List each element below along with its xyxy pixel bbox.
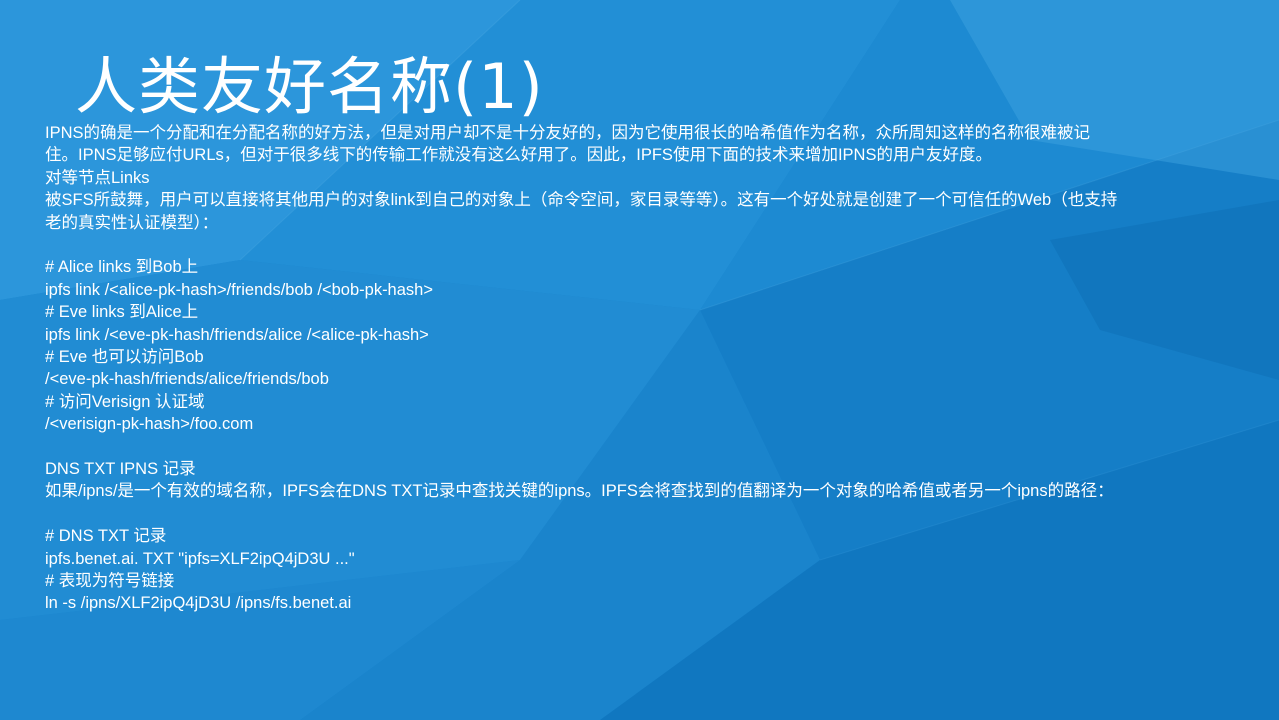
code-comment: # Eve 也可以访问Bob xyxy=(45,348,204,367)
body-paragraph: 被SFS所鼓舞，用户可以直接将其他用户的对象link到自己的对象上（命令空间，家… xyxy=(45,191,1118,232)
code-line: ipfs link /<alice-pk-hash>/friends/bob /… xyxy=(45,280,433,299)
code-comment: # DNS TXT 记录 xyxy=(45,527,167,546)
code-line: ln -s /ipns/XLF2ipQ4jD3U /ipns/fs.benet.… xyxy=(45,594,352,613)
code-comment: # 表现为符号链接 xyxy=(45,572,175,591)
code-line: ipfs.benet.ai. TXT "ipfs=XLF2ipQ4jD3U ..… xyxy=(45,549,355,568)
code-line: /<eve-pk-hash/friends/alice/friends/bob xyxy=(45,370,329,389)
body-paragraph: IPNS的确是一个分配和在分配名称的好方法，但是对用户却不是十分友好的，因为它使… xyxy=(45,124,1091,165)
slide-title: 人类友好名称(1) xyxy=(75,50,544,123)
body-paragraph: 如果/ipns/是一个有效的域名称，IPFS会在DNS TXT记录中查找关键的i… xyxy=(45,482,1114,501)
code-line: ipfs link /<eve-pk-hash/friends/alice /<… xyxy=(45,325,429,344)
code-comment: # Alice links 到Bob上 xyxy=(45,258,199,277)
section-heading: DNS TXT IPNS 记录 xyxy=(45,460,196,479)
code-line: /<verisign-pk-hash>/foo.com xyxy=(45,415,254,434)
code-comment: # Eve links 到Alice上 xyxy=(45,303,199,322)
code-comment: # 访问Verisign 认证域 xyxy=(45,392,205,411)
body-line: 对等节点Links xyxy=(45,168,150,187)
slide-body: IPNS的确是一个分配和在分配名称的好方法，但是对用户却不是十分友好的，因为它使… xyxy=(45,122,1120,615)
